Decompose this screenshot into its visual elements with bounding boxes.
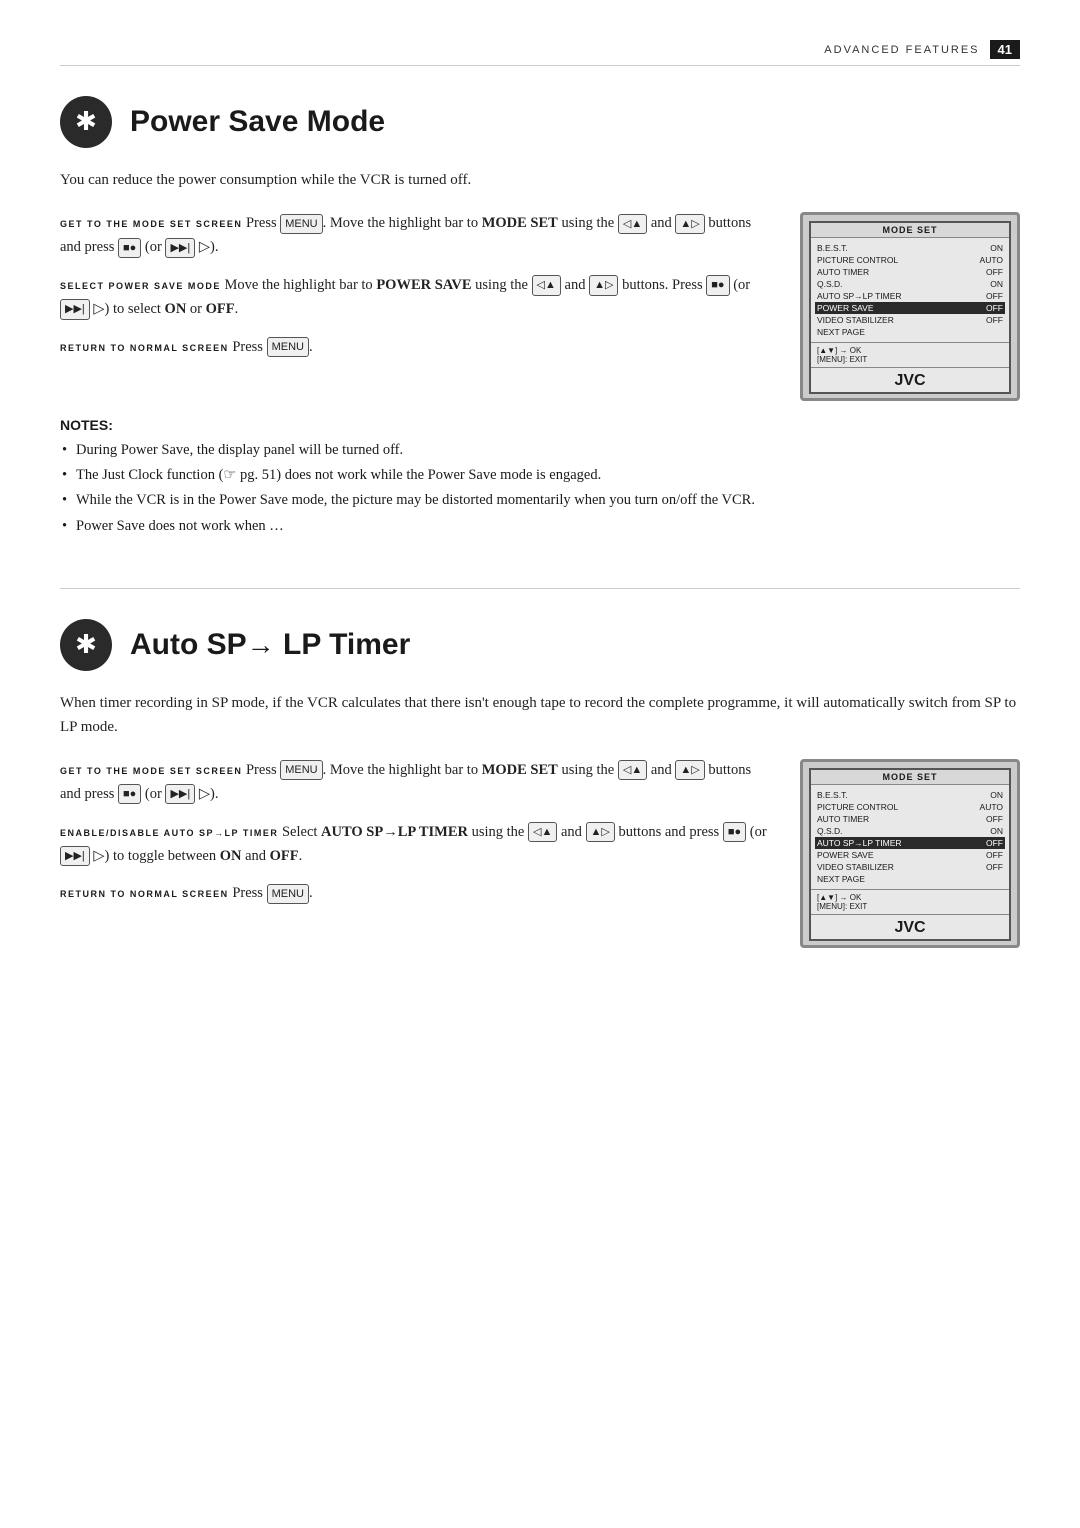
mode-row-autotimer: AUTO TIMEROFF — [817, 266, 1003, 278]
mode-row-autosplp: AUTO SP→LP TIMEROFF — [817, 290, 1003, 302]
header-label: ADVANCED FEATURES — [824, 44, 979, 56]
section2-screen: MODE SET B.E.S.T.ON PICTURE CONTROLAUTO … — [800, 759, 1020, 948]
menu-button-1[interactable]: MENU — [280, 214, 322, 234]
section2-step1: GET TO THE MODE SET SCREEN Press MENU. M… — [60, 759, 770, 807]
up-left-btn-2[interactable]: ◁▲ — [532, 275, 561, 295]
section2-header: ✱ Auto SP→ LP Timer — [60, 619, 1020, 671]
page-number: 41 — [990, 40, 1020, 59]
section1-step3-text: RETURN TO NORMAL SCREEN Press MENU. — [60, 336, 770, 360]
section2-step3-label: RETURN TO NORMAL SCREEN — [60, 889, 229, 899]
section1-steps-row: GET TO THE MODE SET SCREEN Press MENU. M… — [60, 212, 1020, 401]
note-item-3: While the VCR is in the Power Save mode,… — [60, 489, 1020, 512]
skip-btn-4[interactable]: ▶▶| — [60, 846, 90, 866]
ok-btn-3[interactable]: ■● — [118, 784, 141, 804]
skip-btn-1[interactable]: ▶▶| — [165, 238, 195, 258]
section1-notes: NOTES: During Power Save, the display pa… — [60, 417, 1020, 538]
screen-outer-2: MODE SET B.E.S.T.ON PICTURE CONTROLAUTO … — [800, 759, 1020, 948]
up-left-btn-3[interactable]: ◁▲ — [618, 760, 647, 780]
down-right-btn-4[interactable]: ▲▷ — [586, 822, 615, 842]
section1-step2-text: SELECT POWER SAVE MODE Move the highligh… — [60, 274, 770, 322]
skip-btn-2[interactable]: ▶▶| — [60, 299, 90, 319]
section1-title: Power Save Mode — [130, 105, 385, 139]
mode-row-picture-2: PICTURE CONTROLAUTO — [817, 801, 1003, 813]
mode-row-nextpage-2: NEXT PAGE — [817, 873, 1003, 885]
section2-title: Auto SP→ LP Timer — [130, 628, 410, 662]
section-power-save: ✱ Power Save Mode You can reduce the pow… — [60, 96, 1020, 538]
section1-step3: RETURN TO NORMAL SCREEN Press MENU. — [60, 336, 770, 360]
menu-button-3[interactable]: MENU — [280, 760, 322, 780]
mode-set-footer-1: [▲▼] → OK [MENU]: EXIT — [811, 342, 1009, 367]
section2-instructions: GET TO THE MODE SET SCREEN Press MENU. M… — [60, 759, 770, 921]
menu-button-2[interactable]: MENU — [267, 337, 309, 357]
mode-row-videostab: VIDEO STABILIZEROFF — [817, 314, 1003, 326]
section2-step3-text: RETURN TO NORMAL SCREEN Press MENU. — [60, 882, 770, 906]
up-left-btn-4[interactable]: ◁▲ — [528, 822, 557, 842]
mode-set-display-2: MODE SET B.E.S.T.ON PICTURE CONTROLAUTO … — [809, 768, 1011, 941]
notes-title-1: NOTES: — [60, 417, 1020, 433]
section1-step2: SELECT POWER SAVE MODE Move the highligh… — [60, 274, 770, 322]
skip-btn-3[interactable]: ▶▶| — [165, 784, 195, 804]
note-item-4: Power Save does not work when … — [60, 515, 1020, 538]
down-right-btn-3[interactable]: ▲▷ — [675, 760, 704, 780]
section2-step2-text: ENABLE/DISABLE AUTO SP→LP TIMER Select A… — [60, 821, 770, 869]
mode-row-powersave-2: POWER SAVEOFF — [817, 849, 1003, 861]
page-container: ADVANCED FEATURES 41 ✱ Power Save Mode Y… — [0, 0, 1080, 1058]
down-right-btn-1[interactable]: ▲▷ — [675, 214, 704, 234]
mode-row-qsd: Q.S.D.ON — [817, 278, 1003, 290]
down-right-btn-2[interactable]: ▲▷ — [589, 275, 618, 295]
section1-step1-text: GET TO THE MODE SET SCREEN Press MENU. M… — [60, 212, 770, 260]
ok-btn-1[interactable]: ■● — [118, 238, 141, 258]
mode-set-rows-2: B.E.S.T.ON PICTURE CONTROLAUTO AUTO TIME… — [811, 785, 1009, 889]
up-left-btn-1[interactable]: ◁▲ — [618, 214, 647, 234]
section2-step1-text: GET TO THE MODE SET SCREEN Press MENU. M… — [60, 759, 770, 807]
section2-step3: RETURN TO NORMAL SCREEN Press MENU. — [60, 882, 770, 906]
mode-set-title-1: MODE SET — [811, 223, 1009, 238]
screen-outer-1: MODE SET B.E.S.T.ON PICTURE CONTROLAUTO … — [800, 212, 1020, 401]
mode-row-powersave-highlighted: POWER SAVEOFF — [815, 302, 1005, 314]
jvc-brand-2: JVC — [811, 914, 1009, 939]
ok-btn-4[interactable]: ■● — [723, 822, 746, 842]
section1-step3-label: RETURN TO NORMAL SCREEN — [60, 343, 229, 353]
mode-row-picture: PICTURE CONTROLAUTO — [817, 254, 1003, 266]
jvc-brand-1: JVC — [811, 367, 1009, 392]
note-item-1: During Power Save, the display panel wil… — [60, 439, 1020, 462]
section-autosplp: ✱ Auto SP→ LP Timer When timer recording… — [60, 619, 1020, 948]
mode-row-autosplp-highlighted: AUTO SP→LP TIMEROFF — [815, 837, 1005, 849]
section1-step1: GET TO THE MODE SET SCREEN Press MENU. M… — [60, 212, 770, 260]
mode-set-display-1: MODE SET B.E.S.T.ON PICTURE CONTROLAUTO … — [809, 221, 1011, 394]
section1-intro: You can reduce the power consumption whi… — [60, 168, 1020, 192]
section2-intro: When timer recording in SP mode, if the … — [60, 691, 1020, 739]
mode-row-best: B.E.S.T.ON — [817, 242, 1003, 254]
section1-instructions: GET TO THE MODE SET SCREEN Press MENU. M… — [60, 212, 770, 374]
section1-screen: MODE SET B.E.S.T.ON PICTURE CONTROLAUTO … — [800, 212, 1020, 401]
mode-row-best-2: B.E.S.T.ON — [817, 789, 1003, 801]
section2-step2-label: ENABLE/DISABLE AUTO SP→LP TIMER — [60, 828, 278, 838]
mode-row-autotimer-2: AUTO TIMEROFF — [817, 813, 1003, 825]
mode-set-footer-2: [▲▼] → OK [MENU]: EXIT — [811, 889, 1009, 914]
section-divider — [60, 588, 1020, 589]
section1-header: ✱ Power Save Mode — [60, 96, 1020, 148]
note-item-2: The Just Clock function (☞ pg. 51) does … — [60, 464, 1020, 487]
mode-set-title-2: MODE SET — [811, 770, 1009, 785]
section1-step2-label: SELECT POWER SAVE MODE — [60, 281, 221, 291]
section1-step1-label: GET TO THE MODE SET SCREEN — [60, 219, 242, 229]
mode-row-qsd-2: Q.S.D.ON — [817, 825, 1003, 837]
star-icon-1: ✱ — [60, 96, 112, 148]
star-icon-2: ✱ — [60, 619, 112, 671]
mode-set-rows-1: B.E.S.T.ON PICTURE CONTROLAUTO AUTO TIME… — [811, 238, 1009, 342]
mode-row-nextpage: NEXT PAGE — [817, 326, 1003, 338]
ok-btn-2[interactable]: ■● — [706, 275, 729, 295]
page-header: ADVANCED FEATURES 41 — [60, 40, 1020, 66]
notes-list-1: During Power Save, the display panel wil… — [60, 439, 1020, 538]
mode-row-videostab-2: VIDEO STABILIZEROFF — [817, 861, 1003, 873]
section2-step1-label: GET TO THE MODE SET SCREEN — [60, 766, 242, 776]
section2-steps-row: GET TO THE MODE SET SCREEN Press MENU. M… — [60, 759, 1020, 948]
section2-step2: ENABLE/DISABLE AUTO SP→LP TIMER Select A… — [60, 821, 770, 869]
menu-button-4[interactable]: MENU — [267, 884, 309, 904]
